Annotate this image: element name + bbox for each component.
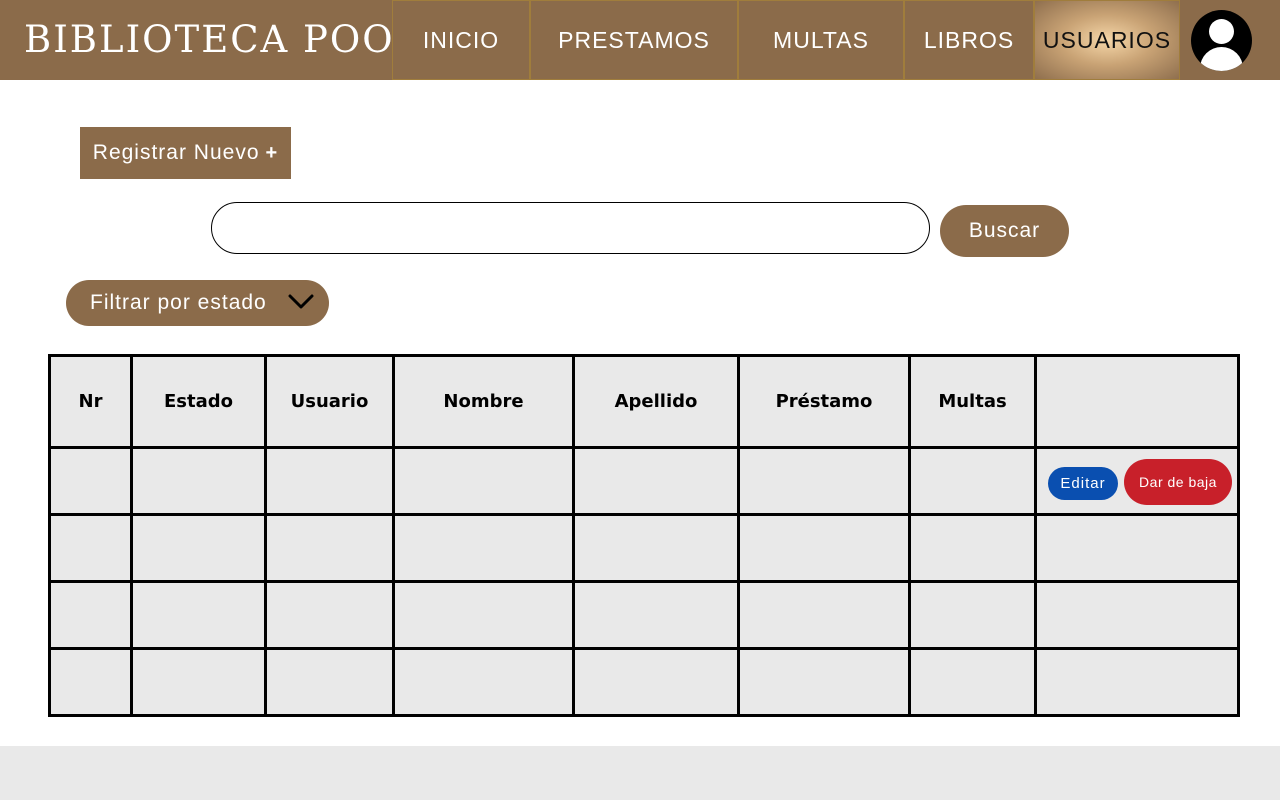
register-new-label: Registrar Nuevo <box>92 141 260 164</box>
nav-multas[interactable]: MULTAS <box>738 0 904 80</box>
table-cell <box>572 580 740 650</box>
table-header-row: Nr Estado Usuario Nombre Apellido Présta… <box>48 354 1240 449</box>
filter-by-status-dropdown[interactable]: Filtrar por estado <box>66 280 329 326</box>
brand-title: BIBLIOTECA POO <box>24 18 395 61</box>
plus-icon: + <box>265 141 279 164</box>
table-cell <box>737 446 911 516</box>
table-cell <box>48 647 133 717</box>
table-cell <box>392 580 575 650</box>
nav-prestamos[interactable]: PRESTAMOS <box>530 0 738 80</box>
table-cell <box>130 580 267 650</box>
column-header-actions <box>1034 354 1240 449</box>
table-cell <box>737 513 911 583</box>
table-cell <box>48 446 133 516</box>
avatar-body-shape <box>1200 47 1243 71</box>
table-cell <box>264 513 395 583</box>
table-row <box>48 580 1240 650</box>
table-cell <box>130 513 267 583</box>
table-row <box>48 647 1240 717</box>
column-header-prestamo: Préstamo <box>737 354 911 449</box>
table-cell <box>737 580 911 650</box>
column-header-nr: Nr <box>48 354 133 449</box>
table-cell <box>908 446 1037 516</box>
table-cell <box>130 446 267 516</box>
filter-label: Filtrar por estado <box>90 291 267 314</box>
table-cell <box>572 513 740 583</box>
table-row: Editar Dar de baja <box>48 446 1240 516</box>
table-cell <box>130 647 267 717</box>
table-row <box>48 513 1240 583</box>
table-cell <box>264 580 395 650</box>
table-cell <box>264 446 395 516</box>
users-table: Nr Estado Usuario Nombre Apellido Présta… <box>48 354 1240 717</box>
row-actions-cell <box>1034 513 1240 583</box>
search-button[interactable]: Buscar <box>940 205 1069 257</box>
table-cell <box>264 647 395 717</box>
row-actions-cell <box>1034 647 1240 717</box>
chevron-down-icon <box>288 294 314 309</box>
top-navigation-bar: BIBLIOTECA POO INICIO PRESTAMOS MULTAS L… <box>0 0 1280 80</box>
column-header-estado: Estado <box>130 354 267 449</box>
edit-button[interactable]: Editar <box>1048 467 1118 500</box>
table-cell <box>572 446 740 516</box>
column-header-apellido: Apellido <box>572 354 740 449</box>
nav-inicio[interactable]: INICIO <box>392 0 530 80</box>
table-cell <box>48 513 133 583</box>
table-cell <box>392 513 575 583</box>
table-cell <box>392 446 575 516</box>
table-cell <box>48 580 133 650</box>
table-cell <box>392 647 575 717</box>
table-cell <box>908 513 1037 583</box>
nav-usuarios[interactable]: USUARIOS <box>1034 0 1180 80</box>
row-actions-cell <box>1034 580 1240 650</box>
table-cell <box>908 580 1037 650</box>
nav-libros[interactable]: LIBROS <box>904 0 1034 80</box>
table-cell <box>737 647 911 717</box>
avatar-head-shape <box>1209 19 1234 44</box>
column-header-nombre: Nombre <box>392 354 575 449</box>
row-actions-cell: Editar Dar de baja <box>1034 446 1240 516</box>
deactivate-button[interactable]: Dar de baja <box>1124 459 1232 505</box>
table-cell <box>908 647 1037 717</box>
user-avatar-icon[interactable] <box>1191 10 1252 71</box>
column-header-usuario: Usuario <box>264 354 395 449</box>
main-content: Registrar Nuevo + Buscar Filtrar por est… <box>0 80 1280 746</box>
table-cell <box>572 647 740 717</box>
column-header-multas: Multas <box>908 354 1037 449</box>
register-new-button[interactable]: Registrar Nuevo + <box>80 127 291 179</box>
users-table-container: Nr Estado Usuario Nombre Apellido Présta… <box>48 354 1240 717</box>
search-input[interactable] <box>211 202 930 254</box>
